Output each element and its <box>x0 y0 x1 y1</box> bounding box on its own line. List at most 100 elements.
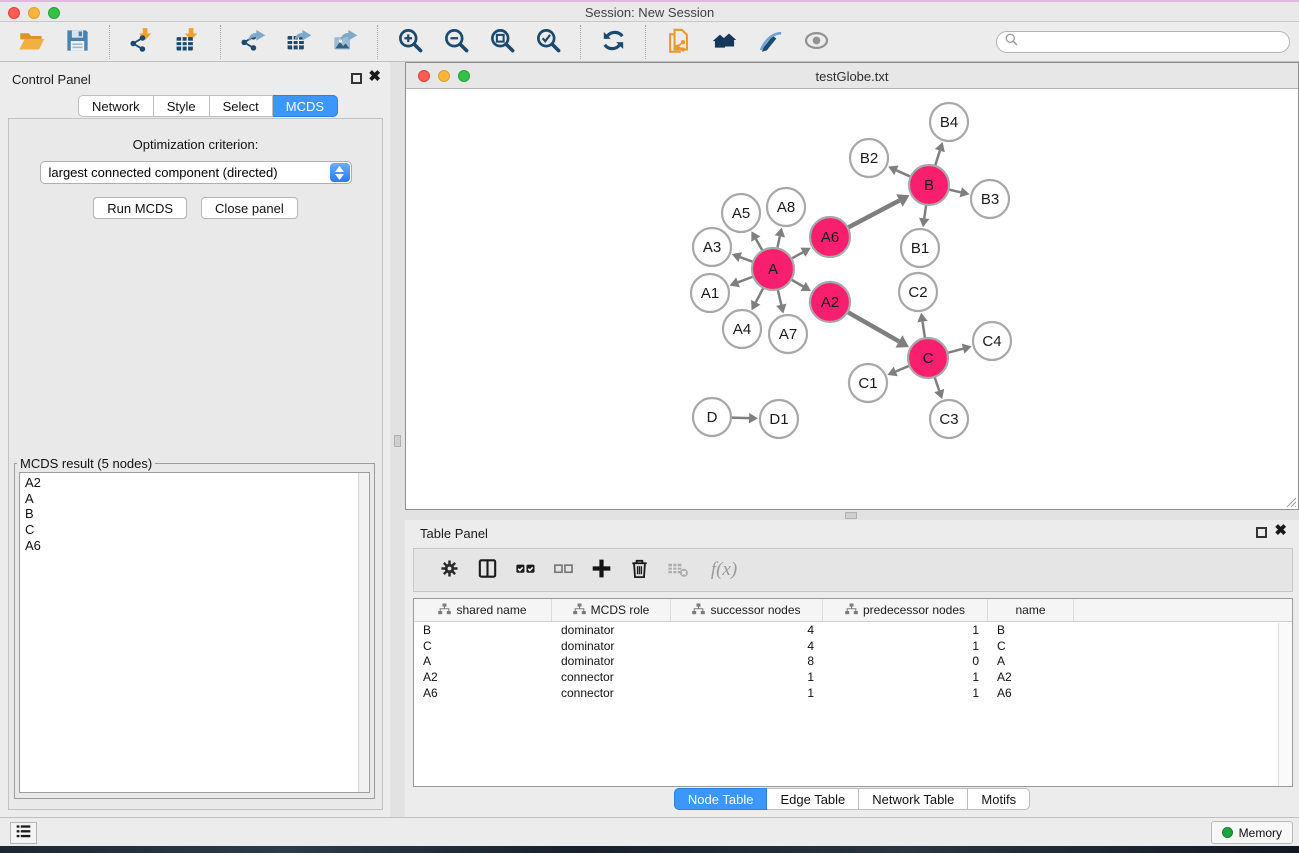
divider-grip[interactable] <box>845 512 857 519</box>
export-image-button[interactable] <box>330 27 360 57</box>
delete-table-button[interactable] <box>664 557 690 583</box>
graph-node-A1[interactable]: A1 <box>691 274 729 312</box>
zoom-in-button[interactable] <box>395 27 425 57</box>
graph-node-A8[interactable]: A8 <box>767 188 805 226</box>
tab-mcds[interactable]: MCDS <box>273 95 338 117</box>
zoom-fit-button[interactable] <box>487 27 517 57</box>
network-canvas[interactable]: AA1A2A3A4A5A6A7A8BB1B2B3B4CC1C2C3C4DD1 <box>406 89 1298 509</box>
table-cell[interactable]: dominator <box>552 622 671 638</box>
criterion-dropdown[interactable]: largest connected component (directed) <box>40 161 352 184</box>
table-cell[interactable]: 0 <box>823 653 988 669</box>
close-panel-icon[interactable]: ✖ <box>368 67 381 87</box>
import-table-button[interactable] <box>173 27 203 57</box>
graph-node-A4[interactable]: A4 <box>723 310 761 348</box>
tab-network-table[interactable]: Network Table <box>859 788 968 810</box>
open-button[interactable] <box>16 27 46 57</box>
table-settings-button[interactable] <box>436 557 462 583</box>
hide-annotations-button[interactable] <box>755 27 785 57</box>
float-panel-icon[interactable] <box>351 73 362 84</box>
task-history-button[interactable] <box>10 822 37 844</box>
tab-node-table[interactable]: Node Table <box>674 788 768 810</box>
graph-node-C2[interactable]: C2 <box>899 273 937 311</box>
tab-network[interactable]: Network <box>78 95 154 117</box>
mcds-result-item[interactable]: C <box>20 522 369 538</box>
table-cell[interactable]: connector <box>552 685 671 701</box>
graph-node-C[interactable]: C <box>908 338 948 378</box>
divider-grip[interactable] <box>394 435 401 447</box>
mcds-result-item[interactable]: A <box>20 491 369 507</box>
export-table-button[interactable] <box>284 27 314 57</box>
graph-node-A2[interactable]: A2 <box>810 282 850 322</box>
table-cell[interactable]: C <box>414 638 552 654</box>
graph-node-A3[interactable]: A3 <box>693 228 731 266</box>
horizontal-split-divider[interactable] <box>405 510 1299 520</box>
mcds-result-item[interactable]: B <box>20 506 369 522</box>
column-header-successor-nodes[interactable]: successor nodes <box>671 599 823 621</box>
home-button[interactable] <box>709 27 739 57</box>
table-cell[interactable]: A <box>414 653 552 669</box>
graph-node-A6[interactable]: A6 <box>810 217 850 257</box>
table-row[interactable]: Cdominator41C <box>414 638 1292 654</box>
add-column-button[interactable] <box>588 557 614 583</box>
graph-node-A5[interactable]: A5 <box>722 194 760 232</box>
table-cell[interactable]: 1 <box>823 622 988 638</box>
column-header-predecessor-nodes[interactable]: predecessor nodes <box>823 599 988 621</box>
tab-edge-table[interactable]: Edge Table <box>767 788 859 810</box>
column-header-shared-name[interactable]: shared name <box>414 599 552 621</box>
tab-style[interactable]: Style <box>154 95 210 117</box>
close-panel-button[interactable]: Close panel <box>201 197 298 219</box>
column-visibility-button[interactable] <box>474 557 500 583</box>
show-details-button[interactable] <box>801 27 831 57</box>
table-cell[interactable]: C <box>988 638 1074 654</box>
deselect-all-button[interactable] <box>550 557 576 583</box>
function-builder-button[interactable]: f(x) <box>702 557 746 583</box>
graph-node-C4[interactable]: C4 <box>973 322 1011 360</box>
table-row[interactable]: Bdominator41B <box>414 622 1292 638</box>
memory-button[interactable]: Memory <box>1211 821 1293 844</box>
table-cell[interactable]: 1 <box>823 638 988 654</box>
column-header-name[interactable]: name <box>988 599 1074 621</box>
graph-node-A[interactable]: A <box>752 248 794 290</box>
graph-node-A7[interactable]: A7 <box>769 315 807 353</box>
table-row[interactable]: Adominator80A <box>414 653 1292 669</box>
table-cell[interactable]: 4 <box>671 638 823 654</box>
graph-node-B4[interactable]: B4 <box>930 103 968 141</box>
table-row[interactable]: A6connector11A6 <box>414 685 1292 701</box>
table-cell[interactable]: 1 <box>671 669 823 685</box>
save-button[interactable] <box>62 27 92 57</box>
graph-node-D[interactable]: D <box>693 398 731 436</box>
apply-layout-button[interactable] <box>598 27 628 57</box>
table-cell[interactable]: dominator <box>552 638 671 654</box>
tab-motifs[interactable]: Motifs <box>968 788 1030 810</box>
clone-network-button[interactable] <box>663 27 693 57</box>
select-all-button[interactable] <box>512 557 538 583</box>
table-cell[interactable]: A2 <box>988 669 1074 685</box>
table-cell[interactable]: A6 <box>988 685 1074 701</box>
zoom-out-button[interactable] <box>441 27 471 57</box>
vertical-split-divider[interactable] <box>390 62 405 817</box>
tab-select[interactable]: Select <box>210 95 273 117</box>
graph-node-B[interactable]: B <box>909 165 949 205</box>
export-network-button[interactable] <box>238 27 268 57</box>
table-cell[interactable]: A2 <box>414 669 552 685</box>
table-cell[interactable]: 1 <box>823 669 988 685</box>
table-row[interactable]: A2connector11A2 <box>414 669 1292 685</box>
graph-node-B3[interactable]: B3 <box>971 180 1009 218</box>
graph-node-D1[interactable]: D1 <box>760 400 798 438</box>
delete-columns-button[interactable] <box>626 557 652 583</box>
mcds-result-item[interactable]: A2 <box>20 473 369 491</box>
zoom-selected-button[interactable] <box>533 27 563 57</box>
close-panel-icon[interactable]: ✖ <box>1274 521 1287 541</box>
graph-node-C3[interactable]: C3 <box>930 400 968 438</box>
float-panel-icon[interactable] <box>1256 527 1267 538</box>
table-cell[interactable]: dominator <box>552 653 671 669</box>
import-network-button[interactable] <box>127 27 157 57</box>
run-mcds-button[interactable]: Run MCDS <box>93 197 187 219</box>
table-cell[interactable]: 1 <box>671 685 823 701</box>
graph-node-B2[interactable]: B2 <box>850 139 888 177</box>
table-cell[interactable]: B <box>988 622 1074 638</box>
graph-node-B1[interactable]: B1 <box>901 229 939 267</box>
search-input[interactable] <box>1019 33 1289 51</box>
table-cell[interactable]: connector <box>552 669 671 685</box>
table-cell[interactable]: 4 <box>671 622 823 638</box>
